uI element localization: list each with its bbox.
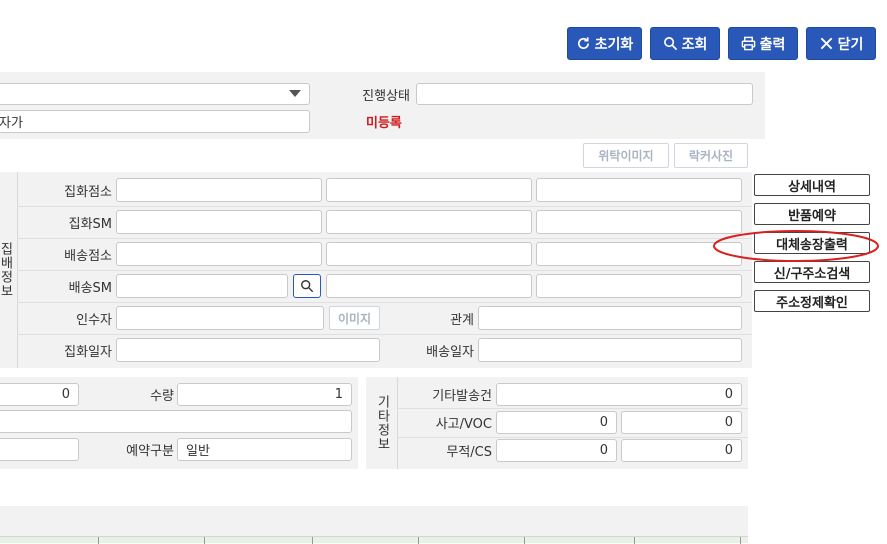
extra-field[interactable] (0, 438, 79, 461)
qty-field[interactable]: 1 (177, 383, 352, 406)
delivery-branch-label: 배송점소 (64, 248, 112, 264)
collect-branch-label: 집화점소 (64, 184, 112, 200)
partial-field[interactable]: 자가 (0, 110, 310, 133)
relation-field[interactable] (478, 306, 742, 330)
chevron-down-icon (289, 90, 301, 97)
collect-date-field[interactable] (116, 338, 380, 362)
close-label: 닫기 (837, 36, 864, 53)
etc-shipment-label: 기타발송건 (432, 389, 492, 404)
etc-divider (397, 377, 398, 469)
relation-label: 관계 (450, 312, 474, 328)
grid-header (0, 536, 748, 544)
collect-branch-field-1[interactable] (116, 178, 322, 202)
search-icon (301, 280, 314, 293)
collect-sm-field-1[interactable] (116, 210, 322, 234)
status-label: 진행상태 (362, 88, 410, 104)
detail-button[interactable]: 상세내역 (754, 174, 870, 196)
accident-voc-field-1[interactable]: 0 (496, 411, 617, 434)
delivery-sm-label: 배송SM (68, 280, 112, 296)
return-reserve-button[interactable]: 반품예약 (754, 203, 870, 225)
row-divider (17, 334, 752, 335)
search-icon (663, 37, 677, 51)
accident-voc-label: 사고/VOC (435, 417, 492, 432)
refresh-icon (577, 37, 589, 49)
row-divider (397, 437, 748, 438)
row-divider (17, 302, 752, 303)
print-label: 출력 (759, 36, 786, 53)
printer-icon (741, 36, 755, 51)
collect-section-title: 집배정보 (0, 242, 13, 298)
close-icon (820, 37, 832, 50)
row-divider (17, 270, 752, 271)
etc-section-title: 기타정보 (374, 395, 390, 451)
status-field[interactable] (416, 83, 753, 105)
qty-label: 수량 (150, 389, 174, 404)
unregistered-status: 미등록 (366, 116, 402, 131)
collect-branch-field-3[interactable] (536, 178, 742, 202)
delivery-sm-field-1[interactable] (116, 274, 288, 298)
delivery-branch-field-2[interactable] (326, 242, 532, 266)
collect-date-label: 집화일자 (64, 344, 112, 360)
accident-voc-field-2[interactable]: 0 (621, 411, 742, 434)
delivery-date-label: 배송일자 (426, 344, 474, 360)
item-field[interactable] (0, 410, 352, 433)
etc-shipment-field[interactable]: 0 (496, 383, 742, 406)
delivery-sm-field-2[interactable] (326, 274, 532, 298)
row-divider (397, 408, 748, 409)
address-confirm-button[interactable]: 주소정제확인 (754, 290, 870, 312)
reserve-type-label: 예약구분 (126, 444, 174, 459)
image-button[interactable]: 이미지 (329, 306, 380, 330)
row-divider (17, 238, 752, 239)
amount-field[interactable]: 0 (0, 383, 79, 406)
search-button[interactable]: 조회 (650, 27, 720, 60)
delivery-sm-field-3[interactable] (536, 274, 742, 298)
delivery-branch-field-1[interactable] (116, 242, 322, 266)
reserve-type-field[interactable]: 일반 (177, 438, 352, 461)
collect-sm-field-2[interactable] (326, 210, 532, 234)
delivery-sm-search-button[interactable] (293, 274, 321, 298)
consign-image-button[interactable]: 위탁이미지 (583, 143, 669, 168)
reset-label: 초기화 (594, 36, 634, 53)
close-button[interactable]: 닫기 (806, 27, 876, 60)
unmatched-cs-label: 무적/CS (446, 445, 492, 460)
type-select[interactable] (0, 83, 310, 105)
receiver-label: 인수자 (76, 312, 112, 328)
delivery-date-field[interactable] (478, 338, 742, 362)
row-divider (17, 206, 752, 207)
reset-button[interactable]: 초기화 (567, 27, 642, 60)
collect-branch-field-2[interactable] (326, 178, 532, 202)
search-label: 조회 (681, 36, 708, 53)
unmatched-cs-field-2[interactable]: 0 (621, 439, 742, 462)
locker-photo-button[interactable]: 락커사진 (674, 143, 748, 168)
receiver-field[interactable] (116, 306, 324, 330)
collect-sm-label: 집화SM (68, 216, 112, 232)
print-button[interactable]: 출력 (728, 27, 798, 60)
highlight-circle (713, 230, 879, 262)
unmatched-cs-field-1[interactable]: 0 (496, 439, 617, 462)
